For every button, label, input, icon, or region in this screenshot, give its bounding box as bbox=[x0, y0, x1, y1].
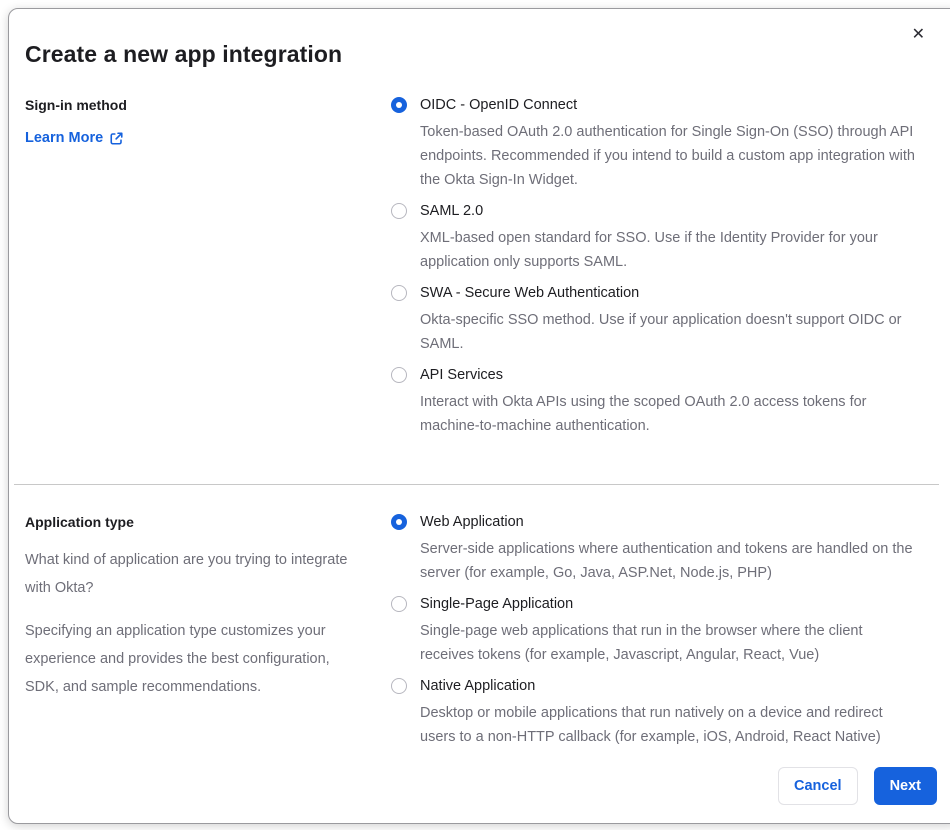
external-link-icon bbox=[110, 131, 123, 145]
learn-more-label: Learn More bbox=[25, 130, 104, 146]
dialog-title: Create a new app integration bbox=[25, 41, 343, 67]
radio-unselected-icon[interactable] bbox=[391, 367, 407, 383]
radio-option-single-page-application[interactable]: Single-Page Application Single-page web … bbox=[391, 595, 919, 667]
radio-option-saml[interactable]: SAML 2.0 XML-based open standard for SSO… bbox=[391, 202, 919, 274]
application-type-help-2: Specifying an application type customize… bbox=[25, 623, 330, 695]
create-app-integration-dialog: ✕ Create a new app integration Sign-in m… bbox=[8, 8, 950, 824]
radio-unselected-icon[interactable] bbox=[391, 203, 407, 219]
signin-method-label: Sign-in method bbox=[25, 97, 127, 113]
application-type-label: Application type bbox=[25, 514, 134, 530]
option-description: Interact with Okta APIs using the scoped… bbox=[420, 394, 867, 434]
option-title: Web Application bbox=[420, 514, 524, 530]
option-title: SAML 2.0 bbox=[420, 203, 484, 219]
radio-selected-icon[interactable] bbox=[391, 97, 407, 113]
radio-option-native-application[interactable]: Native Application Desktop or mobile app… bbox=[391, 677, 919, 749]
cancel-button[interactable]: Cancel bbox=[778, 767, 858, 805]
radio-option-swa[interactable]: SWA - Secure Web Authentication Okta-spe… bbox=[391, 284, 919, 356]
radio-option-web-application[interactable]: Web Application Server-side applications… bbox=[391, 513, 919, 585]
radio-option-oidc[interactable]: OIDC - OpenID Connect Token-based OAuth … bbox=[391, 96, 919, 192]
radio-unselected-icon[interactable] bbox=[391, 596, 407, 612]
learn-more-link[interactable]: Learn More bbox=[25, 130, 124, 146]
option-title: OIDC - OpenID Connect bbox=[420, 97, 578, 113]
option-description: XML-based open standard for SSO. Use if … bbox=[420, 230, 878, 270]
close-icon[interactable]: ✕ bbox=[908, 23, 929, 47]
option-title: Native Application bbox=[420, 678, 536, 694]
application-type-section: Application type What kind of applicatio… bbox=[9, 513, 950, 759]
option-description: Server-side applications where authentic… bbox=[420, 541, 913, 581]
radio-selected-icon[interactable] bbox=[391, 514, 407, 530]
radio-option-api-services[interactable]: API Services Interact with Okta APIs usi… bbox=[391, 366, 919, 438]
option-description: Single-page web applications that run in… bbox=[420, 623, 863, 663]
option-description: Token-based OAuth 2.0 authentication for… bbox=[420, 124, 915, 188]
radio-unselected-icon[interactable] bbox=[391, 678, 407, 694]
radio-unselected-icon[interactable] bbox=[391, 285, 407, 301]
dialog-footer: Cancel Next bbox=[778, 767, 950, 805]
option-description: Desktop or mobile applications that run … bbox=[420, 705, 883, 745]
section-divider bbox=[14, 484, 939, 485]
next-button[interactable]: Next bbox=[873, 767, 937, 805]
signin-method-section: Sign-in method Learn More OIDC - OpenID … bbox=[9, 96, 950, 448]
option-title: SWA - Secure Web Authentication bbox=[420, 285, 640, 301]
option-title: Single-Page Application bbox=[420, 596, 574, 612]
application-type-help-1: What kind of application are you trying … bbox=[25, 552, 348, 596]
option-title: API Services bbox=[420, 367, 503, 383]
option-description: Okta-specific SSO method. Use if your ap… bbox=[420, 312, 902, 352]
